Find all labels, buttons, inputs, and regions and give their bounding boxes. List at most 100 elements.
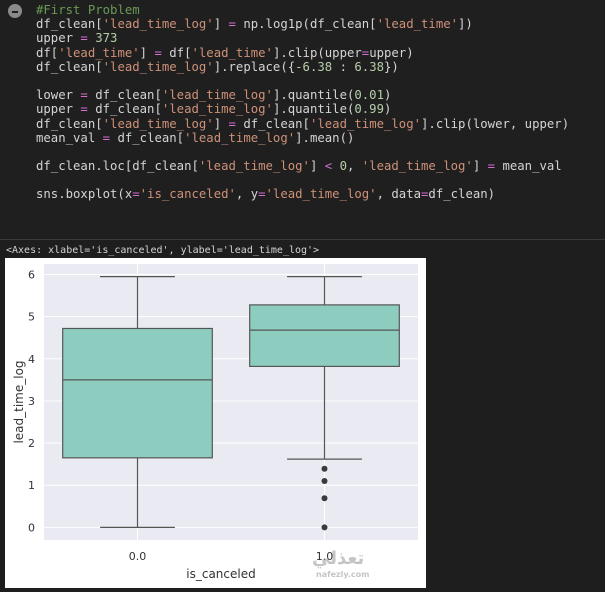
code-token: ].quantile(	[272, 88, 355, 103]
code-token: 6.38	[354, 59, 385, 74]
code-token: ]	[309, 159, 325, 174]
code-token: df_clean[	[87, 102, 162, 117]
code-token: :	[332, 59, 355, 74]
code-token: lower	[36, 88, 81, 103]
code-token: mean_val	[36, 130, 103, 145]
x-axis-label: is_canceled	[186, 567, 255, 581]
code-token: 'lead_time_log'	[161, 102, 273, 117]
watermark-text: تعذلي	[312, 548, 365, 569]
code-token: =	[154, 45, 162, 60]
code-line: mean_val = df_clean['lead_time_log'].mea…	[36, 131, 569, 145]
code-line: upper = df_clean['lead_time_log'].quanti…	[36, 102, 569, 116]
outlier-point	[321, 524, 328, 531]
code-token: upper	[36, 102, 81, 117]
code-token: =	[102, 130, 111, 145]
code-token: df_clean[	[110, 130, 185, 145]
code-token: ].mean()	[295, 130, 355, 145]
code-token: 0.99	[354, 102, 384, 117]
code-token: , y	[235, 187, 259, 202]
y-tick-label: 6	[28, 269, 35, 282]
code-line: #First Problem	[36, 3, 569, 17]
code-line: df_clean['lead_time_log'].replace({-6.38…	[36, 60, 569, 74]
boxplot-chart: 01234560.0 1.0is_canceledlead_time_log	[12, 264, 418, 581]
code-cell[interactable]: #First Problem df_clean['lead_time_log'] …	[0, 0, 605, 240]
y-tick-label: 3	[28, 395, 35, 408]
code-token: df_clean)	[428, 187, 496, 202]
code-token: =	[80, 31, 88, 46]
code-token: df_clean.loc[df_clean[	[36, 159, 199, 174]
code-line: df_clean['lead_time_log'] = np.log1p(df_…	[36, 17, 569, 31]
code-token: 'lead_time_log'	[102, 116, 214, 131]
y-tick-label: 4	[28, 353, 35, 366]
code-line: df['lead_time'] = df['lead_time'].clip(u…	[36, 46, 569, 60]
outlier-point	[321, 495, 328, 502]
code-token: 'lead_time'	[376, 17, 459, 32]
code-token: 'lead_time_log'	[198, 159, 310, 174]
code-token: =	[80, 88, 88, 103]
code-token: 0	[339, 159, 347, 174]
code-token: =	[487, 159, 496, 174]
code-token: 0.01	[354, 88, 384, 103]
code-token: =	[132, 187, 140, 202]
code-token: df[	[36, 45, 59, 60]
code-token: 'is_canceled'	[139, 187, 236, 202]
outlier-point	[321, 465, 328, 472]
code-token: df_clean[	[36, 116, 103, 131]
code-token: =	[258, 187, 266, 202]
code-token: ]	[472, 159, 488, 174]
code-token: =	[228, 116, 236, 131]
code-line: df_clean['lead_time_log'] = df_clean['le…	[36, 117, 569, 131]
code-token: ].clip(upper	[272, 45, 362, 60]
code-editor[interactable]: #First Problem df_clean['lead_time_log'] …	[36, 3, 569, 202]
code-token: ]	[213, 17, 229, 32]
code-token: df_clean[	[235, 116, 310, 131]
y-axis-label: lead_time_log	[12, 360, 26, 443]
code-token: )	[384, 88, 392, 103]
cell-gutter	[0, 0, 34, 240]
code-token: #First Problem	[36, 3, 140, 17]
y-tick-label: 5	[28, 311, 35, 324]
code-token: df_clean[	[87, 88, 162, 103]
code-token: 373	[95, 31, 118, 46]
code-token: 'lead_time_log'	[161, 88, 273, 103]
code-line: lower = df_clean['lead_time_log'].quanti…	[36, 88, 569, 102]
y-tick-label: 1	[28, 479, 35, 492]
outlier-point	[321, 478, 328, 485]
code-token: })	[384, 59, 399, 74]
watermark-sub: nafezly.com	[316, 570, 370, 579]
code-token: ]	[139, 45, 155, 60]
code-token: ].clip(lower, upper)	[421, 116, 570, 131]
code-token: , data	[376, 187, 422, 202]
code-token: upper	[36, 31, 81, 46]
code-token: np.log1p(df_clean[	[235, 17, 377, 32]
code-token: ,	[346, 159, 362, 174]
y-tick-label: 2	[28, 437, 35, 450]
x-tick-label: 0.0	[129, 550, 147, 563]
run-cell-icon[interactable]	[8, 4, 22, 18]
code-token: df_clean[	[36, 59, 103, 74]
y-tick-label: 0	[28, 521, 35, 534]
box-0.0	[62, 327, 213, 459]
code-token: ].quantile(	[272, 102, 355, 117]
code-token: 'lead_time_log'	[361, 159, 473, 174]
code-token: sns.boxplot(x	[36, 187, 133, 202]
code-line: sns.boxplot(x='is_canceled', y='lead_tim…	[36, 187, 569, 201]
cell-divider	[0, 239, 605, 240]
watermark: تعذلي nafezly.com	[312, 548, 370, 579]
code-token: df[	[161, 45, 192, 60]
code-token: 'lead_time_log'	[102, 17, 214, 32]
code-token: df_clean[	[36, 17, 103, 32]
code-token: 'lead_time_log'	[309, 116, 422, 131]
code-token: -6.38	[295, 59, 333, 74]
code-token: 'lead_time'	[191, 45, 273, 60]
code-token: upper)	[369, 45, 414, 60]
code-token: )	[384, 102, 392, 117]
code-token: 'lead_time_log'	[184, 130, 296, 145]
box-1.0	[249, 304, 400, 367]
code-token: ])	[458, 17, 473, 32]
boxplot-figure: 0 1 2 3 4 5 6 0.0 1.0 is_canceled lead_time_log	[5, 258, 426, 588]
output-repr: <Axes: xlabel='is_canceled', ylabel='lea…	[6, 245, 320, 256]
code-token: ].replace({	[213, 59, 296, 74]
